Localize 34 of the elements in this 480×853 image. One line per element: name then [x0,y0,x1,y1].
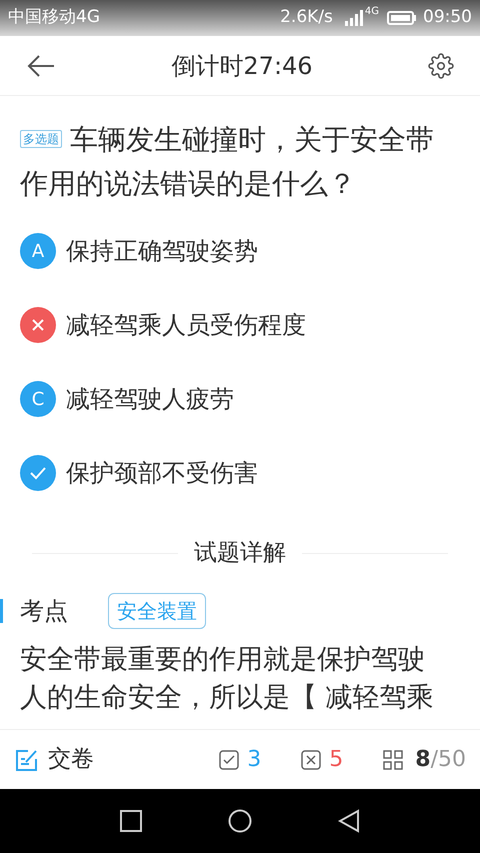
key-point-label: 考点 [20,596,68,626]
cross-box-icon [301,750,322,770]
submit-button[interactable]: 交卷 [14,742,94,777]
back-arrow-icon [26,54,56,78]
countdown-title: 倒计时27:46 [171,50,313,82]
accent-bar [0,598,3,622]
section-heading: 试题详解 [193,539,287,568]
clock-time: 09:50 [423,6,472,30]
back-triangle-icon[interactable] [338,809,360,833]
wrong-count: 5 [329,746,344,774]
square-nav-icon[interactable] [120,810,142,832]
question-text: 多选题 车辆发生碰撞时，关于安全带作用的说法错误的是什么？ [20,122,435,202]
answer-option[interactable]: 保护颈部不受伤害 [20,436,460,510]
checkbox-icon [219,750,240,770]
answer-option[interactable]: A 保持正确驾驶姿势 [20,214,460,288]
network-speed: 2.6K/s [280,6,333,30]
answer-option[interactable]: C 减轻驾驶人疲劳 [20,362,460,436]
correct-count: 3 [247,746,262,774]
back-button[interactable] [26,54,56,78]
settings-icon [428,52,454,78]
option-letter: C [20,381,56,417]
option-letter: A [20,233,56,269]
question-type-tag: 多选题 [20,130,62,148]
grid-icon [383,750,404,770]
network-type: 4G [364,5,379,19]
answer-option[interactable]: 减轻驾乘人员受伤程度 [20,288,460,362]
key-point-tag: 安全装置 [108,592,206,628]
carrier-name: 中国移动4G [8,6,100,30]
settings-button[interactable] [428,52,454,78]
signal-icon [342,9,365,27]
home-circle-icon[interactable] [228,809,252,833]
explanation-text: 安全带最重要的作用就是保护驾驶人的生命安全，所以是【 减轻驾乘 [20,642,435,714]
question-grid-button[interactable]: 8/50 [383,743,466,776]
battery-icon [387,10,417,26]
